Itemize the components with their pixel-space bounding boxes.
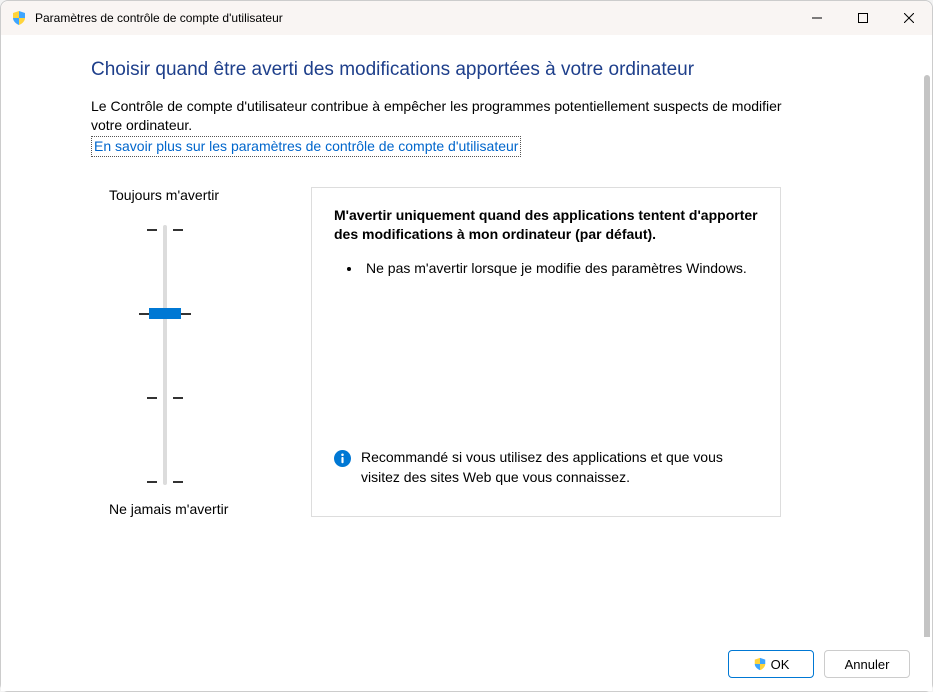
slider-track	[163, 225, 167, 485]
minimize-button[interactable]	[794, 1, 840, 35]
uac-settings-window: Paramètres de contrôle de compte d'utili…	[0, 0, 933, 692]
content-area: Choisir quand être averti des modificati…	[1, 35, 932, 637]
close-button[interactable]	[886, 1, 932, 35]
notification-slider[interactable]	[131, 225, 201, 485]
slider-label-top: Toujours m'avertir	[109, 187, 291, 203]
vertical-scrollbar[interactable]	[924, 75, 930, 637]
page-heading: Choisir quand être averti des modificati…	[91, 59, 872, 81]
cancel-button-label: Annuler	[845, 657, 890, 672]
slider-tick	[147, 397, 157, 399]
slider-tick	[147, 229, 157, 231]
ok-button-label: OK	[771, 657, 790, 672]
level-bullet: Ne pas m'avertir lorsque je modifie des …	[362, 259, 758, 279]
maximize-button[interactable]	[840, 1, 886, 35]
slider-tick	[173, 229, 183, 231]
slider-tick	[173, 481, 183, 483]
cancel-button[interactable]: Annuler	[824, 650, 910, 678]
footer-buttons: OK Annuler	[1, 637, 932, 691]
level-title: M'avertir uniquement quand des applicati…	[334, 206, 758, 245]
slider-tick	[173, 397, 183, 399]
learn-more-link[interactable]: En savoir plus sur les paramètres de con…	[91, 136, 521, 157]
level-description-card: M'avertir uniquement quand des applicati…	[311, 187, 781, 517]
slider-tick	[147, 481, 157, 483]
titlebar: Paramètres de contrôle de compte d'utili…	[1, 1, 932, 35]
description-text: Le Contrôle de compte d'utilisateur cont…	[91, 97, 791, 135]
recommendation-text: Recommandé si vous utilisez des applicat…	[361, 448, 758, 487]
uac-shield-icon	[753, 657, 767, 671]
slider-thumb[interactable]	[149, 308, 181, 319]
uac-shield-icon	[11, 10, 27, 26]
window-title: Paramètres de contrôle de compte d'utili…	[35, 11, 794, 25]
slider-label-bottom: Ne jamais m'avertir	[109, 501, 291, 517]
ok-button[interactable]: OK	[728, 650, 814, 678]
info-icon	[334, 450, 351, 467]
